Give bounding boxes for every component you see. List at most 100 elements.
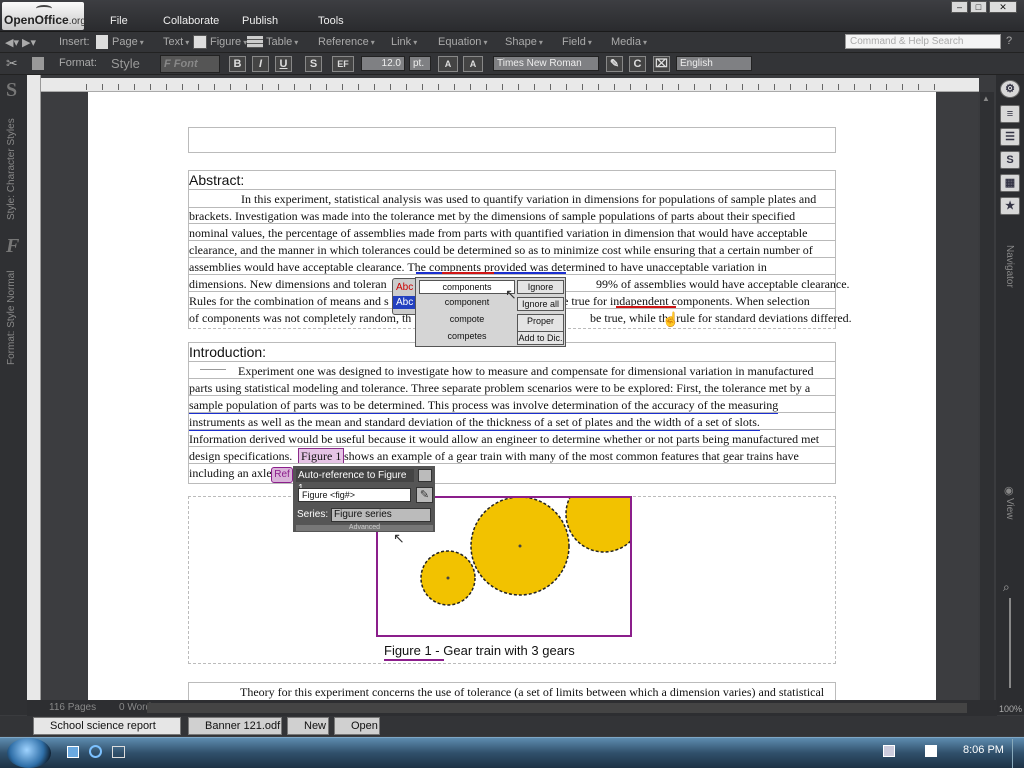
openoffice-logo[interactable]: OpenOffice.org bbox=[2, 2, 86, 30]
explorer-icon[interactable] bbox=[67, 746, 79, 758]
document-page[interactable]: Abstract: In this experiment, statistica… bbox=[88, 92, 936, 700]
advanced-toggle[interactable]: Advanced bbox=[296, 524, 433, 531]
unit-field[interactable]: pt. bbox=[409, 56, 431, 71]
abstract-line-7a: Rules for the combination of means and s bbox=[189, 294, 389, 308]
eye-icon[interactable]: ◉ bbox=[1004, 484, 1014, 497]
language-field[interactable]: English bbox=[676, 56, 752, 71]
show-desktop-button[interactable] bbox=[1012, 739, 1024, 768]
insert-field[interactable]: Field bbox=[562, 36, 592, 48]
color-button[interactable]: C bbox=[629, 56, 646, 72]
scroll-up-icon[interactable]: ▲ bbox=[982, 94, 992, 104]
insert-figure[interactable]: Figure bbox=[210, 36, 247, 48]
style-selector[interactable]: Style bbox=[111, 56, 140, 71]
abstract-line-3: nominal values, the percentage of assemb… bbox=[189, 226, 808, 240]
insert-page[interactable]: Page bbox=[112, 36, 144, 48]
tab-new[interactable]: New bbox=[287, 717, 329, 735]
help-icon[interactable]: ? bbox=[1006, 35, 1020, 49]
tab-banner[interactable]: Banner 121.odf bbox=[188, 717, 282, 735]
table-icon bbox=[247, 36, 263, 48]
suggestion-compote[interactable]: compote bbox=[419, 314, 515, 324]
ie-icon[interactable] bbox=[89, 745, 102, 758]
insert-table[interactable]: Table bbox=[266, 36, 298, 48]
taskbar-clock[interactable]: 8:06 PM bbox=[963, 744, 1004, 756]
tab-open[interactable]: Open bbox=[334, 717, 380, 735]
menu-tools[interactable]: Tools bbox=[318, 15, 344, 27]
suggestion-component[interactable]: component bbox=[419, 297, 515, 307]
back-icon[interactable]: ◀▾ ▶▾ bbox=[5, 36, 36, 49]
suggestion-components[interactable]: components bbox=[419, 280, 515, 294]
insert-link[interactable]: Link bbox=[391, 36, 417, 48]
abstract-line-6a: dimensions. New dimensions and toleran bbox=[189, 277, 387, 291]
reference-format-field[interactable]: Figure <fig#> bbox=[298, 488, 411, 502]
tab-school-science-report[interactable]: School science report 1.odf bbox=[33, 717, 181, 748]
add-to-dictionary-button[interactable]: Add to Dic. bbox=[517, 331, 564, 345]
close-button[interactable]: ✕ bbox=[989, 1, 1017, 13]
format-label: Format: bbox=[59, 57, 97, 69]
command-search-input[interactable]: Command & Help Search bbox=[845, 34, 1001, 49]
switch-windows-icon[interactable] bbox=[112, 746, 125, 758]
style-s-icon[interactable]: S bbox=[6, 79, 17, 102]
navigator-label[interactable]: Navigator bbox=[1004, 245, 1015, 305]
menu-publish[interactable]: Publish bbox=[242, 15, 278, 27]
italic-button[interactable]: I bbox=[252, 56, 269, 72]
abstract-heading: Abstract: bbox=[189, 172, 245, 188]
page-icon bbox=[96, 35, 108, 49]
insert-shape[interactable]: Shape bbox=[505, 36, 543, 48]
menu-file[interactable]: File bbox=[110, 15, 128, 27]
start-button[interactable] bbox=[7, 738, 51, 768]
paste-icon[interactable] bbox=[32, 57, 44, 70]
gull-icon bbox=[36, 5, 52, 12]
vertical-scrollbar[interactable]: ▲ bbox=[980, 92, 994, 700]
abstract-line-7b: e true for indapendent components. When … bbox=[563, 294, 810, 308]
view-label[interactable]: View bbox=[1004, 498, 1015, 528]
ref-badge[interactable]: Ref bbox=[271, 467, 293, 483]
scissors-icon[interactable]: ✂ bbox=[6, 55, 18, 72]
insert-reference[interactable]: Reference bbox=[318, 36, 375, 48]
insert-equation[interactable]: Equation bbox=[438, 36, 487, 48]
highlight-icon[interactable]: ⌧ bbox=[653, 56, 670, 72]
suggestion-competes[interactable]: competes bbox=[419, 331, 515, 341]
zoom-icon[interactable]: ⌕ bbox=[1003, 580, 1010, 595]
figure-panel-icon[interactable]: ★ bbox=[1000, 197, 1020, 215]
insert-text[interactable]: Text bbox=[163, 36, 189, 48]
insert-media[interactable]: Media bbox=[611, 36, 647, 48]
document-tabs: School science report 1.odf Banner 121.o… bbox=[0, 716, 1024, 748]
paragraph-icon[interactable]: ≡ bbox=[1000, 105, 1020, 123]
font-selector[interactable]: F Font bbox=[160, 55, 220, 73]
download-icon[interactable] bbox=[925, 745, 937, 757]
lock-icon[interactable] bbox=[883, 745, 895, 757]
list-icon[interactable]: ☰ bbox=[1000, 128, 1020, 146]
horizontal-scrollbar[interactable] bbox=[147, 703, 967, 713]
minimize-button[interactable]: – bbox=[951, 1, 968, 13]
table-panel-icon[interactable]: ▦ bbox=[1000, 174, 1020, 192]
format-style-label: Format: Style Normal bbox=[6, 270, 17, 365]
font-size-field[interactable]: 12.0 bbox=[361, 56, 405, 71]
horizontal-ruler[interactable] bbox=[41, 78, 979, 92]
settings-icon[interactable]: ⚙ bbox=[1000, 80, 1020, 98]
tab-arrow-icon bbox=[200, 369, 226, 370]
brush-icon[interactable]: ✎ bbox=[606, 56, 623, 72]
series-select[interactable]: Figure series bbox=[331, 508, 431, 522]
abstract-line-8b: be true, while the rule for standard dev… bbox=[590, 311, 852, 325]
effects-button[interactable]: EF bbox=[332, 56, 354, 72]
zoom-slider[interactable] bbox=[1009, 598, 1011, 688]
page-count: 116 Pages bbox=[49, 702, 97, 713]
grammar-abc-blue: Abc bbox=[393, 296, 417, 309]
font-name-field[interactable]: Times New Roman bbox=[493, 56, 599, 71]
underline-button[interactable]: U bbox=[275, 56, 292, 72]
popup-close-button[interactable] bbox=[418, 469, 432, 482]
edit-pencil-icon[interactable]: ✎ bbox=[416, 487, 433, 503]
menu-collaborate[interactable]: Collaborate bbox=[163, 15, 219, 27]
ignore-all-button[interactable]: Ignore all bbox=[517, 297, 564, 311]
logo-main: OpenOffice bbox=[4, 13, 69, 27]
ignore-button[interactable]: Ignore bbox=[517, 280, 564, 294]
header-box[interactable] bbox=[188, 127, 836, 153]
style-s-panel-icon[interactable]: S bbox=[1000, 151, 1020, 169]
maximize-button[interactable]: □ bbox=[970, 1, 987, 13]
strikethrough-button[interactable]: S bbox=[305, 56, 322, 72]
bold-button[interactable]: B bbox=[229, 56, 246, 72]
shrink-font-button[interactable]: A bbox=[463, 56, 483, 72]
grow-font-button[interactable]: A bbox=[438, 56, 458, 72]
figure-reference-field[interactable]: Figure 1 bbox=[298, 448, 345, 464]
format-f-icon[interactable]: F bbox=[6, 235, 19, 258]
